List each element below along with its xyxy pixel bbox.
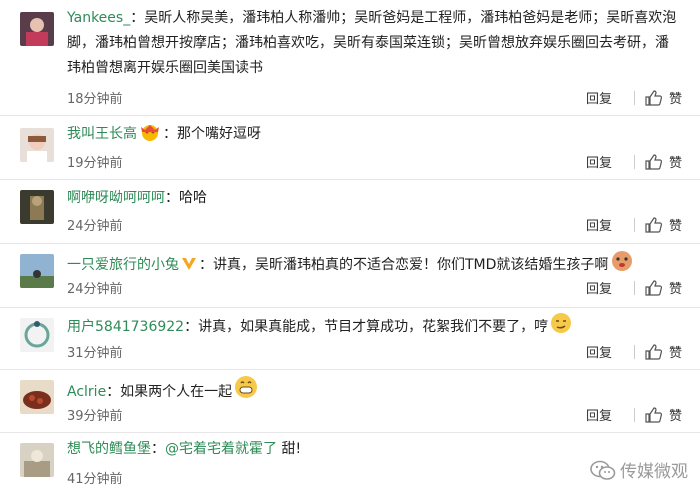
- timestamp: 24分钟前: [67, 219, 123, 234]
- divider: [633, 344, 635, 359]
- comment-actions: 回复 赞: [586, 405, 682, 424]
- avatar[interactable]: [20, 318, 54, 352]
- comment-actions: 回复 赞: [586, 88, 682, 107]
- avatar[interactable]: [20, 128, 54, 162]
- cat-sticker-icon: [610, 248, 634, 281]
- avatar[interactable]: [20, 380, 54, 414]
- username[interactable]: Aclrie: [67, 384, 106, 400]
- comment-item: Yankees_：吴昕人称吴美，潘玮柏人称潘帅；吴昕爸妈是工程师，潘玮柏爸妈是老…: [0, 0, 700, 116]
- comment-item: 啊咿呀呦呵呵呵：哈哈 24分钟前 回复 赞: [0, 180, 700, 244]
- like-button[interactable]: 赞: [645, 278, 682, 297]
- mention-link[interactable]: @宅着宅着就霍了: [165, 441, 277, 457]
- like-label: 赞: [668, 346, 682, 361]
- avatar[interactable]: [20, 443, 54, 477]
- timestamp: 31分钟前: [67, 346, 123, 361]
- comment-item: 我叫王长高 ：那个嘴好逗呀 19分钟前 回复 赞: [0, 116, 700, 180]
- comment-actions: 回复 赞: [586, 215, 682, 234]
- username[interactable]: 啊咿呀呦呵呵呵: [67, 190, 165, 206]
- comment-actions: 回复 赞: [586, 152, 682, 171]
- reply-button[interactable]: 回复: [586, 215, 612, 234]
- divider: [633, 154, 635, 169]
- avatar[interactable]: [20, 190, 54, 224]
- comment-text: 我叫王长高 ：那个嘴好逗呀: [67, 122, 682, 150]
- username[interactable]: 想飞的鳕鱼堡: [67, 441, 151, 457]
- thumbs-up-icon: [645, 153, 663, 170]
- verified-v-icon: [181, 256, 197, 281]
- comment-item: 一只爱旅行的小兔 ：讲真，吴昕潘玮柏真的不适合恋爱！你们TMD就该结婚生孩子啊 2…: [0, 244, 700, 308]
- timestamp: 39分钟前: [67, 409, 123, 424]
- like-button[interactable]: 赞: [645, 88, 682, 107]
- thumbs-up-icon: [645, 343, 663, 360]
- like-label: 赞: [668, 92, 682, 107]
- like-button[interactable]: 赞: [645, 342, 682, 361]
- comment-actions: 回复 赞: [586, 278, 682, 297]
- comment-item: Aclrie：如果两个人在一起 39分钟前 回复 赞: [0, 370, 700, 433]
- divider: [633, 90, 635, 105]
- comment-item: 想飞的鳕鱼堡：@宅着宅着就霍了 甜! 41分钟前 传媒微观: [0, 433, 700, 496]
- thumbs-up-icon: [645, 89, 663, 106]
- thumbs-up-icon: [645, 279, 663, 296]
- timestamp: 19分钟前: [67, 156, 123, 171]
- like-button[interactable]: 赞: [645, 405, 682, 424]
- username[interactable]: 用户5841736922: [67, 319, 184, 335]
- comment-text: Yankees_：吴昕人称吴美，潘玮柏人称潘帅；吴昕爸妈是工程师，潘玮柏爸妈是老…: [67, 10, 677, 76]
- crown-badge-icon: [139, 123, 161, 150]
- timestamp: 41分钟前: [67, 472, 123, 487]
- like-button[interactable]: 赞: [645, 215, 682, 234]
- smirk-emoji-icon: [550, 312, 572, 343]
- comment-text: 用户5841736922：讲真，如果真能成，节目才算成功，花絮我们不要了，哼: [67, 312, 682, 343]
- reply-button[interactable]: 回复: [586, 88, 612, 107]
- timestamp: 24分钟前: [67, 282, 123, 297]
- comment-item: 用户5841736922：讲真，如果真能成，节目才算成功，花絮我们不要了，哼 3…: [0, 308, 700, 370]
- like-label: 赞: [668, 219, 682, 234]
- watermark: 传媒微观: [590, 457, 688, 482]
- thumbs-up-icon: [645, 406, 663, 423]
- like-button[interactable]: 赞: [645, 152, 682, 171]
- divider: [633, 407, 635, 422]
- like-label: 赞: [668, 282, 682, 297]
- timestamp: 18分钟前: [67, 92, 123, 107]
- wechat-logo-icon: [590, 460, 616, 480]
- comment-text: Aclrie：如果两个人在一起: [67, 375, 682, 408]
- reply-button[interactable]: 回复: [586, 342, 612, 361]
- grin-emoji-icon: [234, 375, 258, 408]
- reply-button[interactable]: 回复: [586, 152, 612, 171]
- reply-button[interactable]: 回复: [586, 405, 612, 424]
- avatar[interactable]: [20, 254, 54, 288]
- username[interactable]: Yankees_: [67, 10, 130, 26]
- watermark-text: 传媒微观: [620, 462, 688, 482]
- avatar[interactable]: [20, 12, 54, 46]
- comment-actions: 回复 赞: [586, 342, 682, 361]
- comment-text: 一只爱旅行的小兔 ：讲真，吴昕潘玮柏真的不适合恋爱！你们TMD就该结婚生孩子啊: [67, 248, 682, 281]
- username[interactable]: 我叫王长高: [67, 126, 137, 142]
- like-label: 赞: [668, 409, 682, 424]
- username[interactable]: 一只爱旅行的小兔: [67, 257, 179, 273]
- divider: [633, 217, 635, 232]
- comment-text: 啊咿呀呦呵呵呵：哈哈: [67, 190, 207, 206]
- thumbs-up-icon: [645, 216, 663, 233]
- divider: [633, 280, 635, 295]
- reply-button[interactable]: 回复: [586, 278, 612, 297]
- like-label: 赞: [668, 156, 682, 171]
